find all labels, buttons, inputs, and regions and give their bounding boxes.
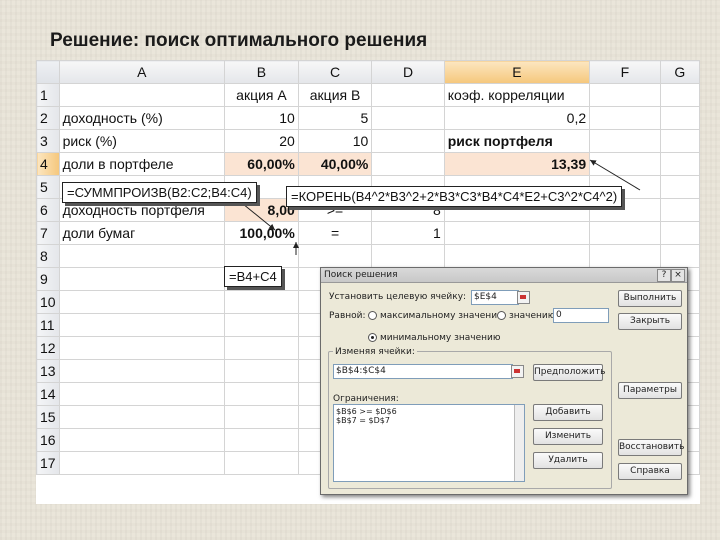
add-button[interactable]: Добавить [533, 404, 603, 421]
equal-label: Равной: [329, 311, 366, 321]
target-cell-input[interactable]: $E$4 [471, 290, 519, 305]
params-button[interactable]: Параметры [618, 382, 682, 399]
solver-dialog[interactable]: Поиск решения ? × Установить целевую яче… [320, 267, 688, 495]
help-button[interactable]: Справка [618, 463, 682, 480]
collapse-ref-icon[interactable] [511, 365, 524, 378]
constraints-label: Ограничения: [333, 394, 399, 404]
guess-button[interactable]: Предположить [533, 364, 605, 381]
scrollbar[interactable] [514, 405, 524, 481]
radio-max[interactable] [368, 311, 377, 320]
constraints-list[interactable]: $B$6 >= $D$6 $B$7 = $D$7 [333, 404, 525, 482]
radio-value-label: значению: [509, 311, 559, 321]
collapse-ref-icon[interactable] [517, 291, 530, 304]
restore-button[interactable]: Восстановить [618, 439, 684, 456]
callout-sumproduct: =СУММПРОИЗВ(B2:C2;B4:C4) [62, 182, 257, 203]
execute-button[interactable]: Выполнить [618, 290, 682, 307]
help-icon[interactable]: ? [657, 269, 671, 282]
radio-max-label: максимальному значению [380, 311, 505, 321]
changing-cells-label: Изменяя ячейки: [333, 347, 417, 357]
list-item[interactable]: $B$6 >= $D$6 [336, 407, 522, 416]
radio-min[interactable] [368, 333, 377, 342]
dialog-title: Поиск решения [321, 268, 687, 283]
delete-button[interactable]: Удалить [533, 452, 603, 469]
target-cell-label: Установить целевую ячейку: [329, 292, 467, 302]
change-button[interactable]: Изменить [533, 428, 603, 445]
value-input[interactable]: 0 [553, 308, 609, 323]
radio-value[interactable] [497, 311, 506, 320]
changing-cells-input[interactable]: $B$4:$C$4 [333, 364, 513, 379]
callout-sum-shares: =B4+C4 [224, 266, 282, 287]
radio-min-label: минимальному значению [380, 333, 501, 343]
list-item[interactable]: $B$7 = $D$7 [336, 416, 522, 425]
close-button[interactable]: Закрыть [618, 313, 682, 330]
callout-portfolio-risk: =КОРЕНЬ(B4^2*B3^2+2*B3*C3*B4*C4*E2+C3^2*… [286, 186, 623, 207]
close-icon[interactable]: × [671, 269, 685, 282]
